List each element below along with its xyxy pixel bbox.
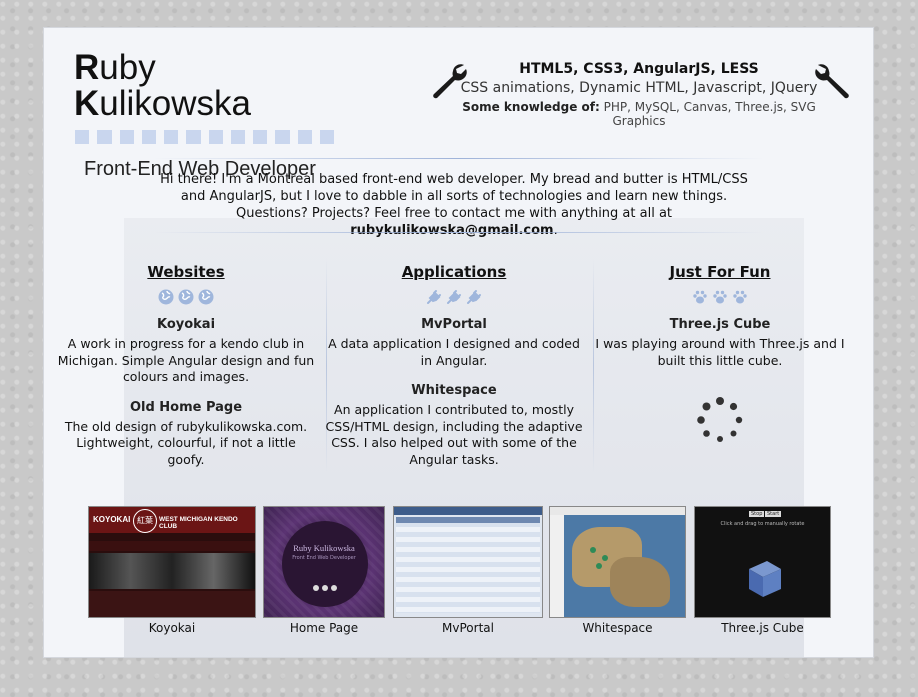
project-desc-koyokai: A work in progress for a kendo club in M…	[57, 336, 315, 384]
project-title-old-home-page[interactable]: Old Home Page	[56, 400, 316, 415]
thumbnail-caption: Whitespace	[582, 621, 653, 635]
thumbnail-caption: Home Page	[289, 621, 359, 635]
plug-icon	[427, 290, 441, 304]
skills-summary: HTML5, CSS3, AngularJS, LESS CSS animati…	[454, 61, 824, 128]
name-last-rest: ulikowska	[99, 84, 252, 123]
thumbnail-threejs-cube[interactable]: Stop Start Click and drag to manually ro…	[694, 506, 831, 635]
primary-skills: HTML5, CSS3, AngularJS, LESS	[519, 61, 759, 77]
paw-icon	[713, 290, 727, 304]
fun-column: Just For Fun Three.js Cube I was playing…	[590, 263, 850, 369]
name-initial-last: K	[74, 84, 100, 123]
thumbnail-home-page[interactable]: Ruby Kulikowska Front End Web Developer …	[263, 506, 385, 635]
project-title-threejs-cube[interactable]: Three.js Cube	[590, 317, 850, 332]
thumbnail-koyokai[interactable]: KOYOKAI WEST MICHIGAN KENDO CLUB 紅葉 Koyo…	[88, 506, 256, 635]
globe-icons	[56, 289, 316, 307]
intro-text: Hi there! I'm a Montreal based front-end…	[160, 172, 748, 238]
email-link[interactable]: rubykulikowska@gmail.com	[350, 223, 553, 238]
divider	[154, 232, 764, 233]
paw-icon	[693, 290, 707, 304]
fun-heading[interactable]: Just For Fun	[590, 263, 850, 281]
secondary-skills: CSS animations, Dynamic HTML, Javascript…	[460, 80, 818, 96]
loading-spinner-icon	[697, 397, 743, 442]
project-title-mvportal[interactable]: MvPortal	[324, 317, 584, 332]
globe-icon	[198, 289, 214, 305]
websites-heading[interactable]: Websites	[56, 263, 316, 281]
globe-icon	[178, 289, 194, 305]
project-desc-old-home-page: The old design of rubykulikowska.com. Li…	[64, 418, 308, 467]
name-first-rest: uby	[99, 48, 156, 87]
plug-icons	[324, 289, 584, 307]
thumbnail-caption: MvPortal	[442, 621, 494, 635]
header-identity: Ruby Kulikowska Front-End Web Developer	[74, 50, 334, 181]
plug-icon	[447, 290, 461, 304]
project-title-whitespace[interactable]: Whitespace	[324, 383, 584, 398]
thumbnail-whitespace[interactable]: Whitespace	[549, 506, 686, 635]
project-desc-mvportal: A data application I designed and coded …	[328, 336, 580, 368]
thumbnail-caption: Three.js Cube	[721, 621, 804, 635]
other-skills: Some knowledge of: PHP, MySQL, Canvas, T…	[462, 100, 816, 128]
websites-column: Websites Koyokai A work in progress for …	[56, 263, 316, 468]
paw-icons	[590, 289, 850, 307]
divider	[154, 158, 764, 159]
applications-heading[interactable]: Applications	[324, 263, 584, 281]
globe-icon	[158, 289, 174, 305]
page-title: Ruby Kulikowska	[74, 50, 334, 122]
applications-column: Applications MvPortal A data application…	[324, 263, 584, 468]
main-card: Ruby Kulikowska Front-End Web Developer …	[43, 27, 874, 658]
decorative-squares	[75, 130, 334, 144]
project-desc-threejs-cube: I was playing around with Three.js and I…	[595, 336, 845, 368]
plug-icon	[467, 290, 481, 304]
paw-icon	[733, 290, 747, 304]
project-desc-whitespace: An application I contributed to, mostly …	[325, 402, 583, 467]
thumbnail-caption: Koyokai	[148, 621, 196, 635]
project-title-koyokai[interactable]: Koyokai	[56, 317, 316, 332]
name-initial-first: R	[74, 48, 100, 87]
thumbnail-mvportal[interactable]: MvPortal	[393, 506, 543, 635]
